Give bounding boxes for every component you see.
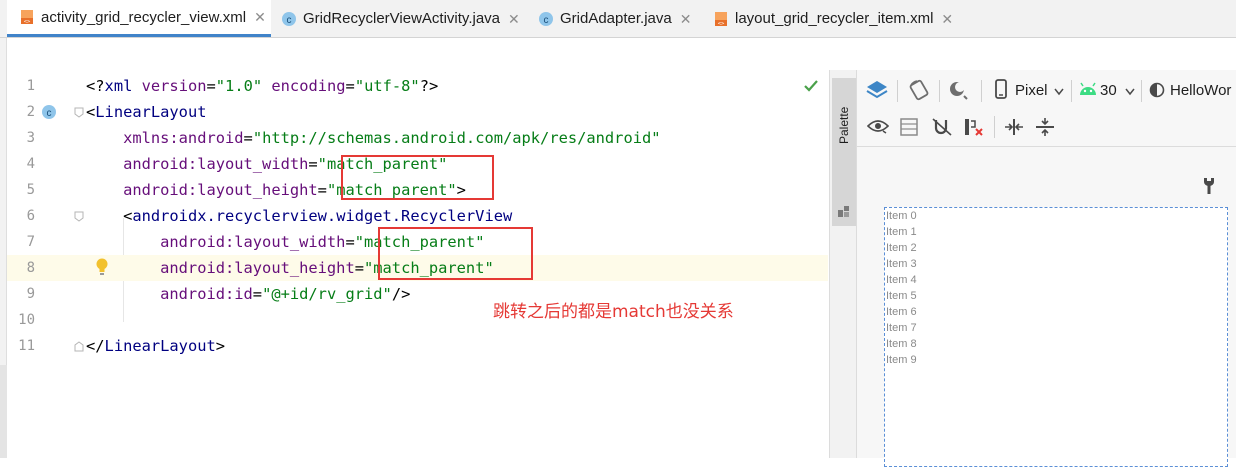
tab-activity-grid-recycler-view[interactable]: <> activity_grid_recycler_view.xml ✕ (7, 0, 271, 37)
code-text: <LinearLayout (86, 103, 207, 121)
list-item: Item 9 (886, 354, 917, 366)
code-text: <?xml version="1.0" encoding="utf-8"?> (86, 77, 439, 95)
palette-strip: Palette (829, 70, 857, 458)
code-line[interactable]: 11 </LinearLayout> (7, 333, 828, 359)
line-number: 3 (26, 130, 35, 146)
line-number: 4 (26, 156, 35, 172)
clear-constraints-icon[interactable] (963, 117, 985, 137)
list-item: Item 0 (886, 210, 917, 222)
night-mode-icon[interactable] (947, 79, 971, 101)
svg-text:c: c (544, 15, 549, 26)
tab-label: activity_grid_recycler_view.xml (41, 8, 247, 26)
java-class-icon: c (282, 11, 296, 26)
device-preview[interactable]: Item 0 Item 1 Item 2 Item 3 Item 4 Item 5 Item… (884, 207, 1228, 467)
blueprint-icon[interactable] (900, 118, 918, 136)
left-tool-strip-lower (0, 365, 7, 458)
annotation-text: 跳转之后的都是match也没关系 (493, 302, 734, 322)
eye-icon[interactable] (867, 118, 889, 134)
java-class-icon: c (539, 11, 553, 26)
code-line[interactable]: 2 c <LinearLayout (7, 99, 828, 125)
code-editor[interactable]: 1 <?xml version="1.0" encoding="utf-8"?> 2… (7, 38, 828, 458)
code-line[interactable]: 6 <androidx.recyclerview.widget.Recycler… (7, 203, 828, 229)
expand-horizontal-icon[interactable] (1003, 117, 1025, 137)
tab-layout-grid-recycler-item[interactable]: <> layout_grid_recycler_item.xml ✕ (713, 0, 973, 37)
fold-icon[interactable] (74, 107, 84, 118)
chevron-down-icon (1054, 88, 1064, 96)
tab-label: GridAdapter.java (560, 10, 672, 27)
list-item: Item 2 (886, 242, 917, 254)
toolbar-separator (1071, 80, 1072, 102)
tab-grid-adapter[interactable]: c GridAdapter.java ✕ (538, 0, 706, 37)
fold-icon[interactable] (74, 211, 84, 222)
code-line[interactable]: 3 xmlns:android="http://schemas.android.… (7, 125, 828, 151)
list-item: Item 3 (886, 258, 917, 270)
code-text: <androidx.recyclerview.widget.RecyclerVi… (86, 207, 513, 225)
toolbar-divider (857, 146, 1236, 147)
editor-tab-bar: <> activity_grid_recycler_view.xml ✕ c G… (0, 0, 1236, 38)
line-number: 1 (26, 78, 35, 94)
magnet-icon[interactable] (931, 117, 953, 137)
line-number: 9 (26, 286, 35, 302)
line-number: 5 (26, 182, 35, 198)
xml-file-icon: <> (715, 11, 727, 27)
svg-text:<>: <> (24, 19, 31, 25)
close-icon[interactable]: ✕ (254, 10, 266, 24)
toolbar-separator (981, 80, 982, 102)
palette-icon (838, 206, 849, 217)
code-text: android:id="@+id/rv_grid"/> (86, 285, 411, 303)
close-icon[interactable]: ✕ (941, 12, 953, 26)
tab-label: layout_grid_recycler_item.xml (735, 10, 934, 27)
list-item: Item 5 (886, 290, 917, 302)
highlight-box (378, 227, 533, 280)
list-item: Item 6 (886, 306, 917, 318)
theme-icon[interactable] (1149, 82, 1165, 98)
device-selector[interactable]: Pixel (1015, 82, 1048, 99)
toolbar-separator (897, 80, 898, 102)
close-icon[interactable]: ✕ (680, 12, 692, 26)
close-icon[interactable]: ✕ (508, 12, 520, 26)
list-item: Item 4 (886, 274, 917, 286)
xml-file-icon: <> (21, 10, 33, 25)
palette-tab[interactable]: Palette (832, 78, 856, 226)
device-icon[interactable] (994, 79, 1008, 99)
line-number: 2 (26, 104, 35, 120)
tab-label: GridRecyclerViewActivity.java (303, 10, 500, 27)
fold-icon[interactable] (74, 341, 84, 352)
api-level-selector[interactable]: 30 (1100, 82, 1117, 99)
toolbar-separator (939, 80, 940, 102)
code-line[interactable]: 1 <?xml version="1.0" encoding="utf-8"?> (7, 73, 828, 99)
svg-text:c: c (287, 15, 292, 26)
chevron-down-icon (1125, 88, 1135, 96)
line-number: 10 (18, 312, 35, 328)
class-gutter-icon[interactable]: c (41, 104, 57, 120)
tab-grid-recycler-view-activity[interactable]: c GridRecyclerViewActivity.java ✕ (281, 0, 531, 37)
android-icon[interactable] (1079, 82, 1097, 96)
line-number: 6 (26, 208, 35, 224)
design-preview-panel: Pixel 30 HelloWor Item 0 Item 1 Item 2 Item… (857, 70, 1236, 467)
svg-text:c: c (47, 108, 52, 119)
line-number: 11 (18, 338, 35, 354)
list-item: Item 8 (886, 338, 917, 350)
expand-vertical-icon[interactable] (1034, 117, 1056, 137)
list-item: Item 7 (886, 322, 917, 334)
toolbar-separator (1141, 80, 1142, 102)
layers-icon[interactable] (865, 79, 889, 101)
theme-selector[interactable]: HelloWor (1170, 82, 1231, 99)
toolbar-separator (994, 116, 995, 138)
svg-text:<>: <> (718, 21, 725, 27)
orientation-icon[interactable] (907, 79, 931, 101)
line-number: 7 (26, 234, 35, 250)
line-number: 8 (26, 260, 35, 276)
highlight-box (341, 155, 494, 200)
code-text: xmlns:android="http://schemas.android.co… (86, 129, 661, 147)
wrench-icon[interactable] (1203, 177, 1215, 195)
code-text: </LinearLayout> (86, 337, 226, 355)
palette-label: Palette (837, 106, 851, 144)
list-item: Item 1 (886, 226, 917, 238)
